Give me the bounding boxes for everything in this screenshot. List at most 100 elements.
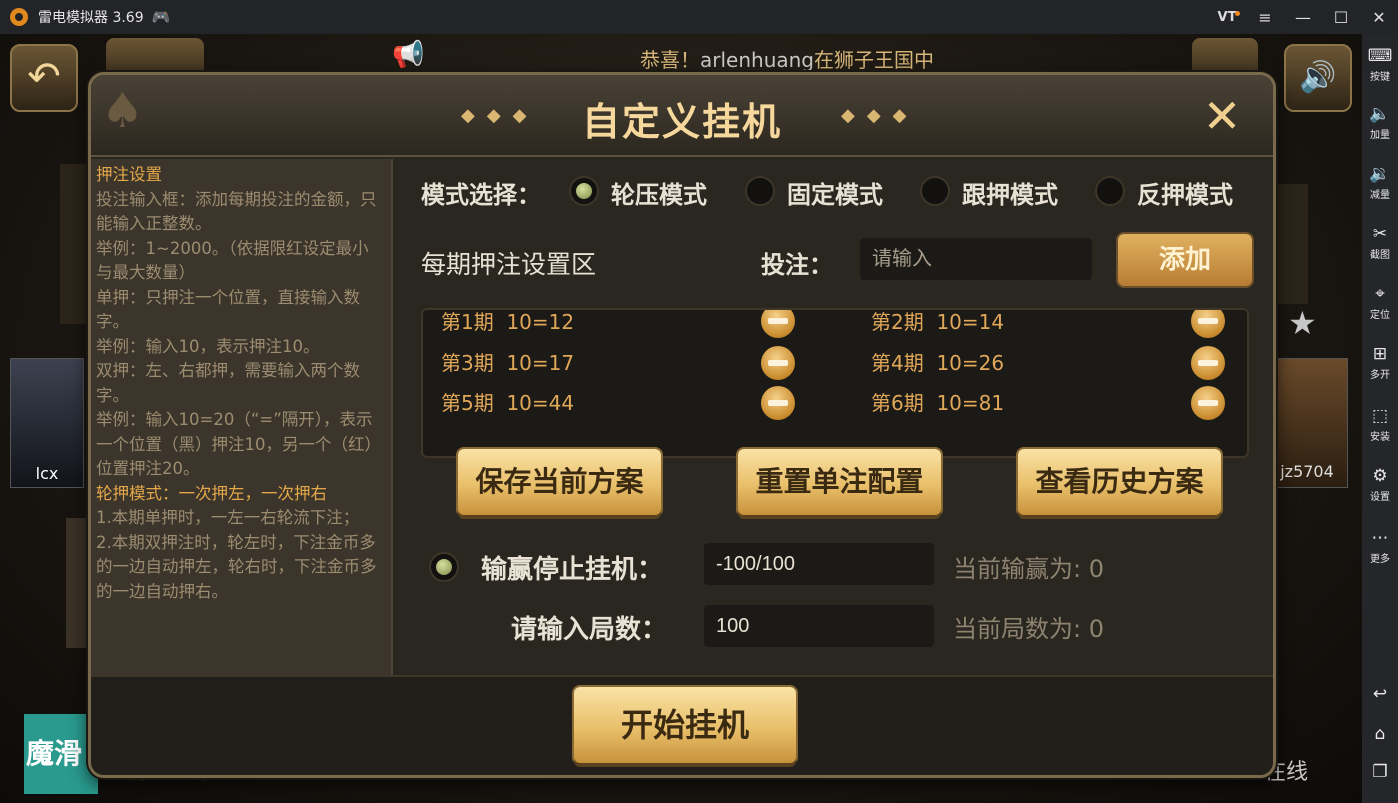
nav-back-button[interactable]: ↩: [1362, 684, 1398, 706]
marquee-prefix: 恭喜！: [640, 48, 700, 72]
mode-radio-fixed[interactable]: [745, 176, 775, 206]
start-hangup-button[interactable]: 开始挂机: [574, 687, 796, 763]
custom-hangup-dialog: ♠ ◆◆◆ 自定义挂机 ◆◆◆ ✕ 押注设置投注输入框：添加每期投注的金额，只能…: [88, 72, 1276, 778]
view-history-button[interactable]: 查看历史方案: [1018, 449, 1221, 515]
sidebar-item-screenshot[interactable]: ✂ 截图: [1362, 224, 1398, 261]
bet-row-1: 第1期 10=12: [441, 310, 575, 342]
save-plan-button[interactable]: 保存当前方案: [458, 449, 661, 515]
remove-bet-5-icon[interactable]: [761, 386, 795, 420]
vt-indicator[interactable]: VT: [1208, 10, 1246, 25]
mode-option-reverse[interactable]: 反押模式: [1137, 175, 1233, 210]
mode-option-fixed[interactable]: 固定模式: [787, 175, 883, 210]
mode-radio-rotate[interactable]: [569, 176, 599, 206]
help-panel[interactable]: 押注设置 投注输入框：添加每期投注的金额，只能输入正整数。 举例：1~2000。（依…: [91, 159, 393, 675]
sidebar-item-settings[interactable]: ⚙ 设置: [1362, 466, 1398, 503]
title-bar: 雷电模拟器 3.69 🎮 VT ≡ — ☐ ✕: [0, 0, 1398, 34]
bet-period: 第6期: [871, 391, 924, 415]
help-text: 2.本期双押注时，轮左时，下注金币多的一边自动押左，轮右时，下注金币多的一边自动…: [96, 532, 377, 601]
current-rounds: 当前局数为: 0: [953, 609, 1104, 644]
sidebar-item-keymap[interactable]: ⌨ 按键: [1362, 46, 1398, 83]
sidebar-item-label: 定位: [1370, 310, 1390, 321]
gear-icon: ⚙: [1372, 466, 1388, 486]
dialog-close-button[interactable]: ✕: [1197, 93, 1247, 143]
mode-option-follow[interactable]: 跟押模式: [962, 175, 1058, 210]
sidebar-item-more[interactable]: ⋯ 更多: [1362, 528, 1398, 565]
dialog-header: ♠ ◆◆◆ 自定义挂机 ◆◆◆ ✕: [91, 75, 1273, 157]
window-title: 雷电模拟器 3.69: [38, 10, 144, 26]
bet-list[interactable]: 第1期 10=12 第2期 10=14 第3期 10=17 第4期 10=26 …: [421, 308, 1249, 458]
recents-icon: ❐: [1372, 762, 1388, 782]
bet-period: 第4期: [871, 351, 924, 375]
apk-install-icon: ⬚: [1371, 406, 1389, 426]
bet-row-4: 第4期 10=26: [871, 343, 1004, 383]
help-text: 投注输入框：添加每期投注的金额，只能输入正整数。: [96, 189, 377, 234]
keyboard-icon: ⌨: [1367, 46, 1393, 66]
game-sound-button[interactable]: 🔊: [1284, 44, 1352, 112]
mode-radio-follow[interactable]: [920, 176, 950, 206]
rounds-label: 请输入局数：: [511, 615, 668, 645]
app-logo-icon: [10, 8, 28, 26]
remove-bet-2-icon[interactable]: [1191, 310, 1225, 338]
add-bet-button[interactable]: 添加: [1118, 234, 1252, 286]
remove-bet-4-icon[interactable]: [1191, 346, 1225, 380]
sidebar-item-label: 多开: [1370, 370, 1390, 381]
bet-value: 10=81: [936, 391, 1005, 415]
stop-condition-radio[interactable]: [429, 552, 459, 582]
game-back-button[interactable]: ↶: [10, 44, 78, 112]
nav-home-button[interactable]: ⌂: [1362, 724, 1398, 746]
bet-value: 10=44: [506, 391, 575, 415]
bet-value: 10=17: [506, 351, 575, 375]
sidebar-item-install[interactable]: ⬚ 安装: [1362, 406, 1398, 443]
back-icon: ↩: [1372, 684, 1388, 704]
gamepad-icon[interactable]: 🎮: [152, 8, 171, 26]
remove-bet-3-icon[interactable]: [761, 346, 795, 380]
help-heading: 轮押模式：一次押左，一次押右: [96, 483, 327, 503]
horn-icon: 📢: [392, 40, 425, 70]
bottom-left-badge[interactable]: 魔滑: [24, 714, 98, 794]
bet-value: 10=26: [936, 351, 1005, 375]
bet-row-2: 第2期 10=14: [871, 310, 1004, 342]
help-text: 单押：只押注一个位置，直接输入数字。: [96, 287, 360, 332]
emulator-sidebar: ⌨ 按键 🔈 加量 🔉 减量 ✂ 截图 ⌖ 定位 ⊞ 多开 ⬚ 安装 ⚙ 设置 ⋯ 更多 ↩ ⌂ …: [1362, 34, 1398, 803]
mode-option-rotate[interactable]: 轮压模式: [611, 175, 707, 210]
window-controls: VT ≡ — ☐ ✕: [1208, 0, 1398, 34]
rounds-input[interactable]: [704, 605, 934, 647]
bet-row-3: 第3期 10=17: [441, 343, 574, 383]
bet-input[interactable]: [860, 238, 1092, 280]
sidebar-item-location[interactable]: ⌖ 定位: [1362, 284, 1398, 321]
reset-bet-config-button[interactable]: 重置单注配置: [738, 449, 941, 515]
remove-bet-6-icon[interactable]: [1191, 386, 1225, 420]
minimize-icon[interactable]: —: [1284, 8, 1322, 27]
bet-area-label: 每期押注设置区: [421, 250, 597, 279]
nav-recents-button[interactable]: ❐: [1362, 762, 1398, 784]
back-arrow-icon: ↶: [27, 54, 61, 100]
menu-icon[interactable]: ≡: [1246, 8, 1284, 27]
current-winloss-label: 当前输赢为:: [953, 555, 1082, 583]
sidebar-item-multi[interactable]: ⊞ 多开: [1362, 344, 1398, 381]
help-text: 1.本期单押时，一左一右轮流下注；: [96, 508, 360, 527]
bet-value: 10=12: [506, 310, 575, 334]
dialog-title: 自定义挂机: [581, 100, 782, 144]
bet-period: 第5期: [441, 391, 494, 415]
volume-up-icon: 🔈: [1369, 104, 1391, 124]
bet-row-6: 第6期 10=81: [871, 383, 1004, 423]
close-icon[interactable]: ✕: [1360, 8, 1398, 27]
more-icon: ⋯: [1371, 528, 1389, 548]
sidebar-item-label: 加量: [1370, 130, 1390, 141]
sidebar-item-volume-down[interactable]: 🔉 减量: [1362, 164, 1398, 201]
help-heading: 押注设置: [96, 165, 162, 184]
sidebar-item-label: 设置: [1370, 492, 1390, 503]
current-rounds-value: 0: [1088, 615, 1105, 643]
maximize-icon[interactable]: ☐: [1322, 8, 1360, 27]
title-deco-right-icon: ◆◆◆: [841, 105, 919, 126]
stop-condition-input[interactable]: [704, 543, 934, 585]
sidebar-item-volume-up[interactable]: 🔈 加量: [1362, 104, 1398, 141]
remove-bet-1-icon[interactable]: [761, 310, 795, 338]
mode-radio-reverse[interactable]: [1095, 176, 1125, 206]
help-text: 双押：左、右都押，需要输入两个数字。: [96, 361, 360, 405]
stop-condition-label: 输赢停止挂机：: [481, 555, 664, 585]
speaker-icon: 🔊: [1299, 60, 1337, 95]
current-winloss: 当前输赢为: 0: [953, 549, 1104, 584]
current-rounds-label: 当前局数为:: [953, 615, 1082, 643]
help-text: 举例：输入10，表示押注10。: [96, 336, 320, 356]
